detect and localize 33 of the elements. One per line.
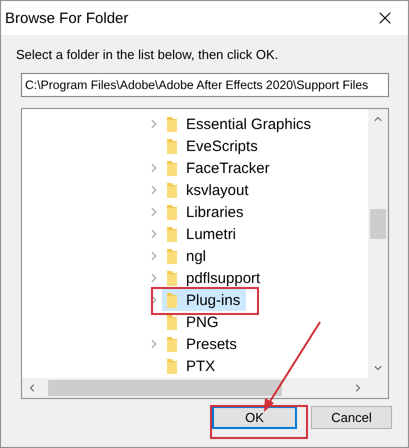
instruction-text: Select a folder in the list below, then click OK. xyxy=(16,47,278,62)
folder-item[interactable]: Lumetri xyxy=(162,223,242,245)
folder-icon xyxy=(166,314,178,330)
vertical-scrollbar[interactable] xyxy=(368,109,388,378)
folder-item[interactable]: ngl xyxy=(162,245,212,267)
folder-item[interactable]: PNG xyxy=(162,311,225,333)
folder-icon xyxy=(166,204,178,220)
folder-icon xyxy=(166,270,178,286)
folder-icon xyxy=(166,182,178,198)
folder-item[interactable]: Libraries xyxy=(162,201,250,223)
folder-icon xyxy=(166,336,178,352)
folder-icon xyxy=(166,116,178,132)
folder-item[interactable]: Presets xyxy=(162,333,243,355)
window-title: Browse For Folder xyxy=(5,10,128,26)
ok-button[interactable]: OK xyxy=(212,406,297,429)
folder-item[interactable]: PTX xyxy=(162,355,222,377)
folder-icon xyxy=(166,160,178,176)
horizontal-scrollbar[interactable] xyxy=(22,378,368,398)
folder-icon xyxy=(166,226,178,242)
scroll-thumb[interactable] xyxy=(48,380,282,396)
folder-item[interactable]: ksvlayout xyxy=(162,179,255,201)
cancel-button[interactable]: Cancel xyxy=(311,406,392,429)
path-field[interactable]: C:\Program Files\Adobe\Adobe After Effects 2020\Support Files xyxy=(21,73,389,97)
folder-icon xyxy=(166,358,178,374)
folder-item[interactable]: pdflsupport xyxy=(162,267,266,289)
folder-icon xyxy=(166,138,178,154)
folder-item[interactable]: Plug-ins xyxy=(162,289,246,311)
scroll-thumb[interactable] xyxy=(370,209,386,239)
folder-icon xyxy=(166,248,178,264)
folder-item[interactable]: Essential Graphics xyxy=(162,113,318,135)
folder-item[interactable]: EveScripts xyxy=(162,135,264,157)
folder-item[interactable]: FaceTracker xyxy=(162,157,276,179)
folder-icon xyxy=(166,292,178,308)
